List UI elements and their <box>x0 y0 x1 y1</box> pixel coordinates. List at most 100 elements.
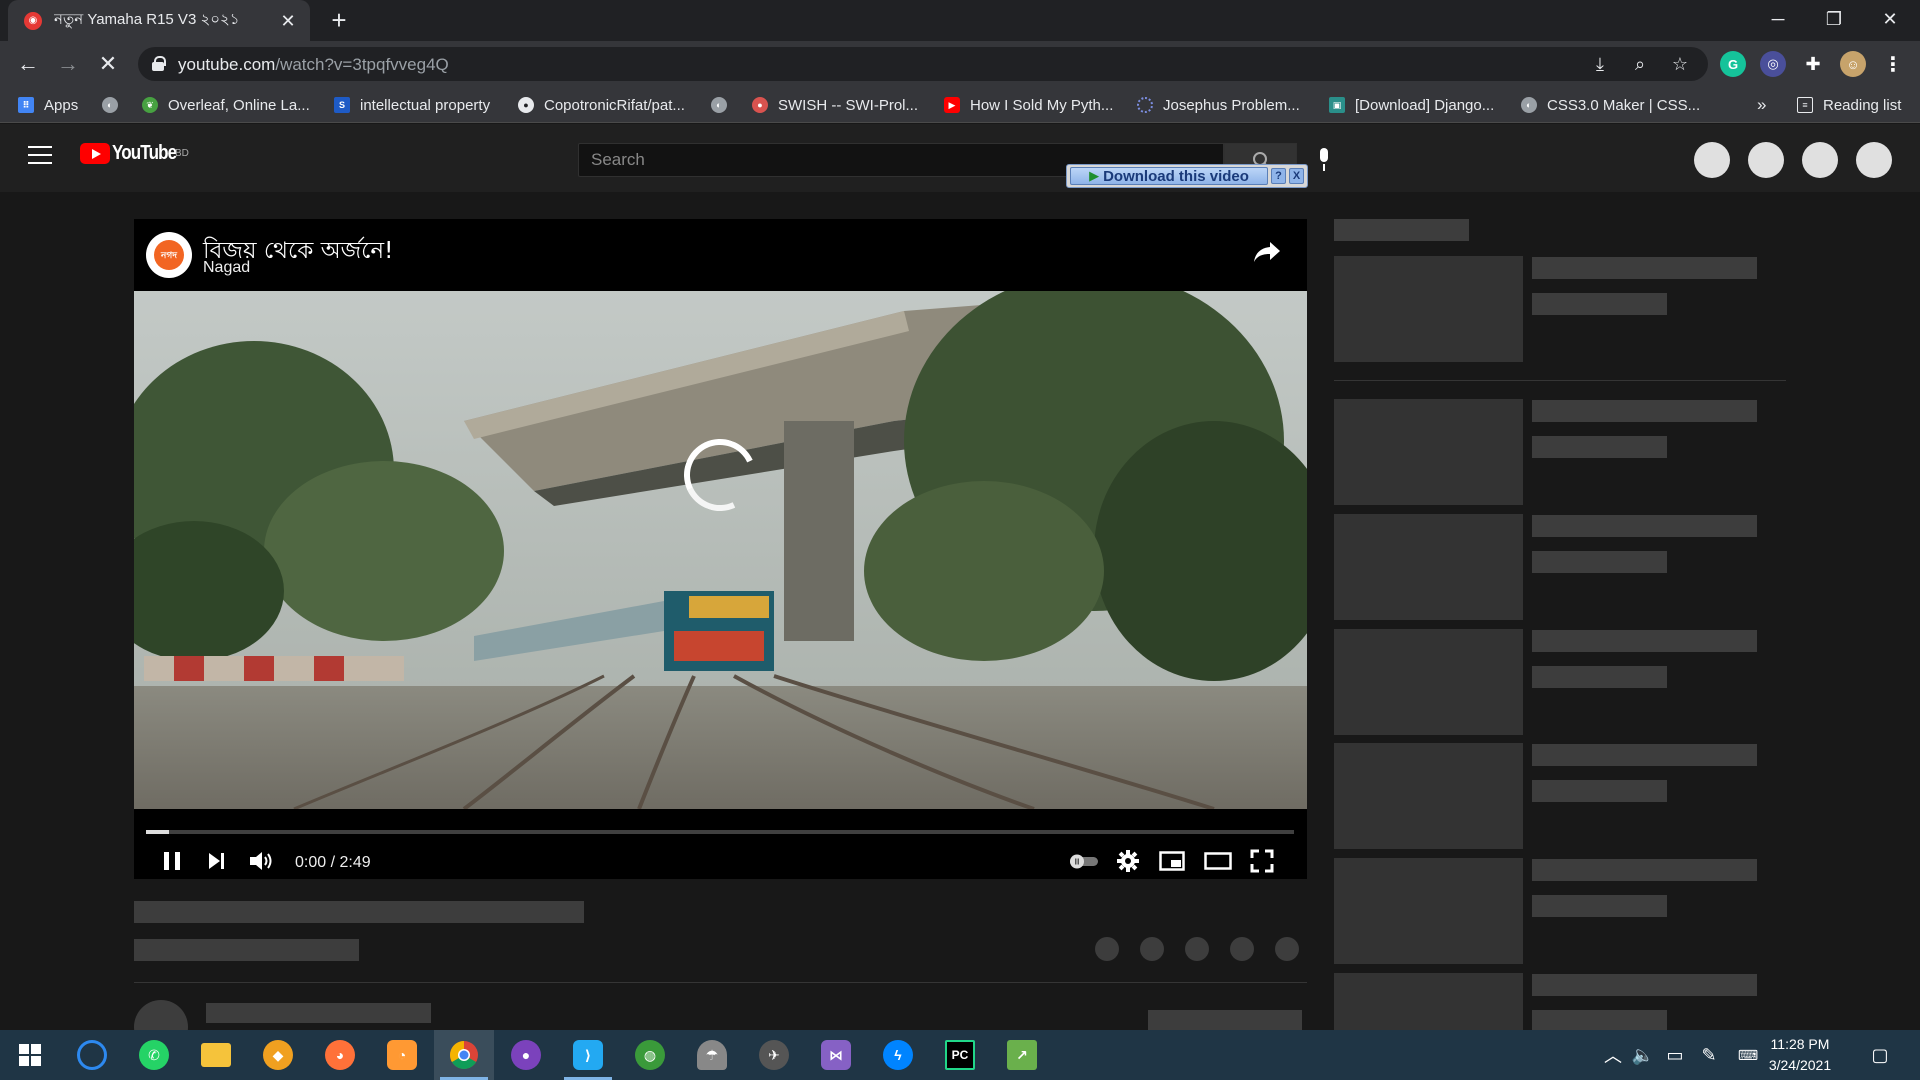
taskbar-orange-app[interactable]: ◔ <box>372 1030 432 1080</box>
autoplay-toggle[interactable] <box>1066 843 1102 879</box>
bookmark-swish[interactable]: ● SWISH -- SWI-Prol... <box>752 87 918 123</box>
restore-button[interactable]: ❐ <box>1806 0 1862 41</box>
windows-taskbar: ✆ ◆ ◕ ◔ ● ⟩ ◍ ☂ ✈ ⋈ ϟ PC ↗ ︿ 🔈 ▭ ✎ ⌨ 11:… <box>0 1030 1920 1080</box>
bookmarks-overflow-button[interactable]: » <box>1757 87 1766 123</box>
miniplayer-icon <box>1159 851 1185 871</box>
download-close-button[interactable]: X <box>1289 168 1304 184</box>
hamburger-menu-icon[interactable] <box>28 146 52 164</box>
sidebar-meta-skeleton <box>1532 293 1667 315</box>
video-channel-name[interactable]: Nagad <box>203 259 250 277</box>
taskbar-vscode[interactable]: ⟩ <box>558 1030 618 1080</box>
bookmark-youtube[interactable]: ▶ How I Sold My Pyth... <box>944 87 1113 123</box>
network-tray-icon[interactable]: ▭ <box>1660 1030 1690 1080</box>
miniplayer-button[interactable] <box>1154 843 1190 879</box>
download-video-button[interactable]: ▶ Download this video <box>1070 167 1268 185</box>
bookmark-overleaf[interactable]: ❦ Overleaf, Online La... <box>142 87 310 123</box>
tab-close-icon[interactable]: ✕ <box>278 11 298 31</box>
sidebar-thumbnail-skeleton <box>1334 973 1523 1030</box>
taskbar-umbrella-app[interactable]: ☂ <box>682 1030 742 1080</box>
download-help-button[interactable]: ? <box>1271 168 1286 184</box>
volume-tray-icon[interactable]: 🔈 <box>1628 1030 1658 1080</box>
bookmark-josephus[interactable]: Josephus Problem... <box>1137 87 1300 123</box>
action-center-tray-icon[interactable]: ▢ <box>1862 1030 1898 1080</box>
taskbar-visual-studio[interactable]: ⋈ <box>806 1030 866 1080</box>
dotted-circle-icon <box>1137 97 1153 113</box>
bookmark-star-icon[interactable]: ☆ <box>1668 52 1692 76</box>
address-bar[interactable]: youtube.com/watch?v=3tpqfvveg4Q ⤓ ⌕ ☆ <box>138 47 1708 81</box>
close-window-button[interactable]: ✕ <box>1862 0 1918 41</box>
bookmark-intellectual-property[interactable]: Sintellectual property <box>334 87 490 123</box>
header-placeholder-button-4[interactable] <box>1856 142 1892 178</box>
theater-mode-button[interactable] <box>1200 843 1236 879</box>
bookmark-globe-2[interactable]: ◐ <box>711 87 737 123</box>
taskbar-github-desktop[interactable]: ● <box>496 1030 556 1080</box>
clock-date: 3/24/2021 <box>1768 1057 1832 1073</box>
next-video-button[interactable] <box>198 843 234 879</box>
microphone-icon[interactable] <box>1316 148 1332 172</box>
extensions-puzzle-icon[interactable]: ✚ <box>1800 51 1826 77</box>
taskbar-app-refresh[interactable] <box>62 1030 122 1080</box>
channel-avatar[interactable]: নগদ <box>146 232 192 278</box>
browser-tab-active[interactable]: ◉ নতুন Yamaha R15 V3 ২০২১ ✕ <box>8 0 310 41</box>
pause-button[interactable] <box>154 843 190 879</box>
title-skeleton <box>134 901 584 923</box>
mute-button[interactable] <box>244 843 280 879</box>
sidebar-meta-skeleton <box>1532 436 1667 458</box>
grammarly-extension-icon[interactable]: G <box>1720 51 1746 77</box>
lock-icon[interactable] <box>152 56 166 71</box>
stop-loading-button[interactable]: ✕ <box>94 50 122 78</box>
header-placeholder-button-3[interactable] <box>1802 142 1838 178</box>
bookmark-globe-1[interactable]: ◐ <box>102 87 128 123</box>
new-tab-button[interactable]: + <box>325 6 353 34</box>
header-placeholder-button-1[interactable] <box>1694 142 1730 178</box>
bookmarks-bar: ⠿ Apps ◐ ❦ Overleaf, Online La... Sintelle… <box>0 87 1920 123</box>
bookmark-github[interactable]: ● CopotronicRifat/pat... <box>518 87 685 123</box>
back-button[interactable]: ← <box>14 50 42 78</box>
bookmark-django[interactable]: ▣ [Download] Django... <box>1329 87 1494 123</box>
video-frame[interactable] <box>134 291 1307 809</box>
video-progress-bar[interactable] <box>146 830 1294 834</box>
taskbar-whatsapp[interactable]: ✆ <box>124 1030 184 1080</box>
header-placeholder-button-2[interactable] <box>1748 142 1784 178</box>
reading-list-button[interactable]: ≡ Reading list <box>1797 87 1901 123</box>
bookmark-apps[interactable]: ⠿ Apps <box>18 87 78 123</box>
fullscreen-button[interactable] <box>1244 843 1280 879</box>
profile-avatar[interactable]: ☺ <box>1840 51 1866 77</box>
forward-button[interactable]: → <box>54 50 82 78</box>
install-app-icon[interactable]: ⤓ <box>1588 52 1612 76</box>
taskbar-globe-app[interactable]: ◍ <box>620 1030 680 1080</box>
bookmark-label: CopotronicRifat/pat... <box>544 96 685 114</box>
show-hidden-icons-button[interactable]: ︿ <box>1598 1030 1628 1080</box>
region-code: BD <box>175 148 189 159</box>
taskbar-clock[interactable]: 11:28 PM 3/24/2021 <box>1750 1034 1850 1076</box>
pen-tray-icon[interactable]: ✎ <box>1694 1030 1724 1080</box>
taskbar-shield-app[interactable]: ◆ <box>248 1030 308 1080</box>
zoom-icon[interactable]: ⌕ <box>1628 52 1652 76</box>
tab-title: নতুন Yamaha R15 V3 ২০২১ <box>54 11 240 28</box>
settings-button[interactable] <box>1110 843 1146 879</box>
url-text[interactable]: youtube.com/watch?v=3tpqfvveg4Q <box>178 55 449 75</box>
reading-list-icon: ≡ <box>1797 97 1813 113</box>
globe-icon: ◐ <box>102 97 118 113</box>
download-arrow-icon: ▶ <box>1089 168 1100 183</box>
share-icon[interactable] <box>1252 239 1282 265</box>
taskbar-messenger[interactable]: ϟ <box>868 1030 928 1080</box>
chrome-menu-icon[interactable]: ⋮ <box>1880 51 1906 77</box>
sidebar-heading-skeleton <box>1334 219 1469 241</box>
start-button[interactable] <box>0 1030 60 1080</box>
taskbar-pycharm[interactable]: PC <box>930 1030 990 1080</box>
minimize-button[interactable]: ─ <box>1750 0 1806 41</box>
action-skeleton-2 <box>1140 937 1164 961</box>
taskbar-chrome[interactable] <box>434 1030 494 1080</box>
umbrella-icon: ☂ <box>697 1040 727 1070</box>
youtube-logo[interactable]: YouTube <box>80 142 188 165</box>
taskbar-satellite-app[interactable]: ✈ <box>744 1030 804 1080</box>
bookmark-label: [Download] Django... <box>1355 96 1495 114</box>
orange-app-icon: ◔ <box>387 1040 417 1070</box>
taskbar-chart-app[interactable]: ↗ <box>992 1030 1052 1080</box>
taskbar-firefox[interactable]: ◕ <box>310 1030 370 1080</box>
taskbar-file-explorer[interactable] <box>186 1030 246 1080</box>
bookmark-css3-maker[interactable]: ◐ CSS3.0 Maker | CSS... <box>1521 87 1700 123</box>
extension-icon[interactable]: ◎ <box>1760 51 1786 77</box>
video-player[interactable]: নগদ বিজয় থেকে অর্জনে! Nagad 0:00 / 2:49 <box>134 219 1307 879</box>
